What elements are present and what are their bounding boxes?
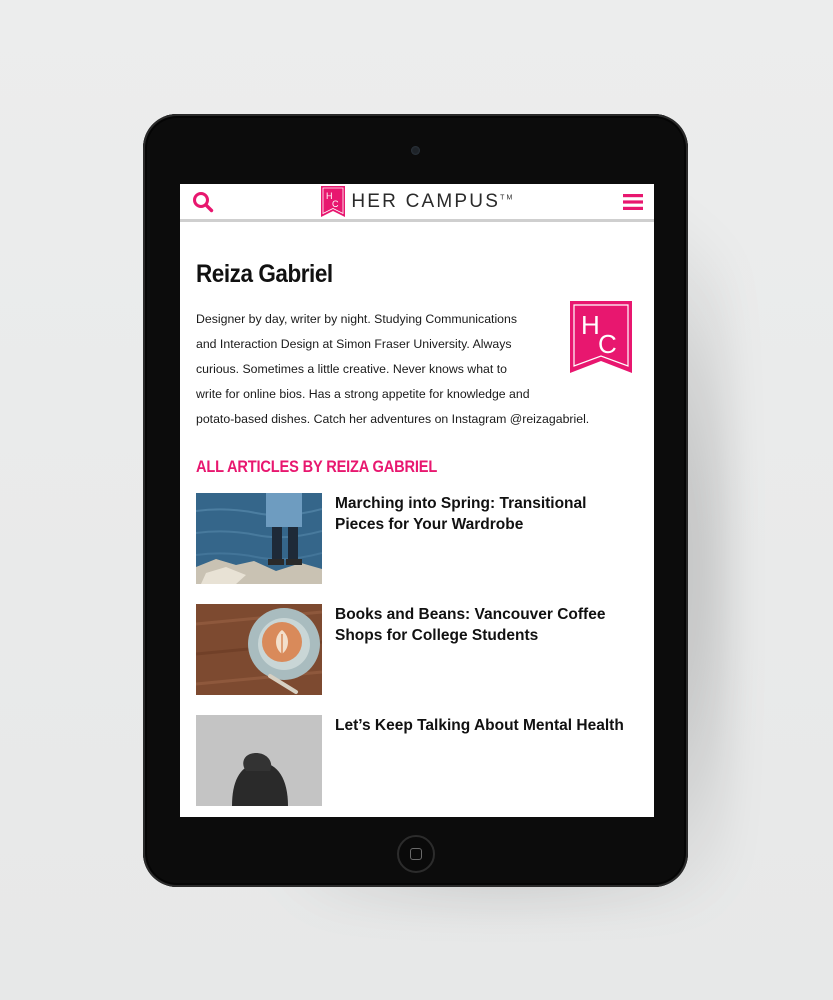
profile-content: Reiza Gabriel Designer by day, writer by… bbox=[180, 260, 654, 806]
her-campus-logo[interactable]: H C HER CAMPUSTM bbox=[321, 186, 514, 217]
brand-name: HER CAMPUSTM bbox=[351, 191, 514, 213]
author-avatar-hc-logo: H C bbox=[570, 301, 632, 373]
article-thumbnail[interactable] bbox=[196, 604, 322, 695]
article-list-item[interactable]: Books and Beans: Vancouver Coffee Shops … bbox=[196, 604, 638, 695]
bio-line: curious. Sometimes a little creative. Ne… bbox=[196, 362, 507, 376]
article-thumbnail[interactable] bbox=[196, 493, 322, 584]
svg-text:H: H bbox=[581, 310, 600, 340]
tablet-screen: H C HER CAMPUSTM Reiza Gabriel Designer … bbox=[180, 184, 654, 817]
article-thumbnail[interactable] bbox=[196, 715, 322, 806]
front-camera bbox=[411, 146, 420, 155]
bio-line: write for online bios. Has a strong appe… bbox=[196, 387, 530, 401]
articles-section-title: ALL ARTICLES BY REIZA GABRIEL bbox=[196, 457, 438, 476]
bio-line: and Interaction Design at Simon Fraser U… bbox=[196, 337, 512, 351]
article-title[interactable]: Marching into Spring: Transitional Piece… bbox=[335, 493, 625, 535]
article-list-item[interactable]: Let’s Keep Talking About Mental Health bbox=[196, 715, 638, 806]
article-title[interactable]: Books and Beans: Vancouver Coffee Shops … bbox=[335, 604, 625, 646]
bio-line: potato-based dishes. Catch her adventure… bbox=[196, 412, 590, 426]
author-bio: Designer by day, writer by night. Studyi… bbox=[196, 307, 616, 432]
brand-text: HER CAMPUS bbox=[351, 190, 501, 212]
top-navigation-bar: H C HER CAMPUSTM bbox=[180, 184, 654, 222]
article-title[interactable]: Let’s Keep Talking About Mental Health bbox=[335, 715, 625, 736]
bio-line: Designer by day, writer by night. Studyi… bbox=[196, 312, 518, 326]
author-name: Reiza Gabriel bbox=[196, 260, 333, 288]
author-bio-section: Designer by day, writer by night. Studyi… bbox=[196, 301, 638, 432]
tablet-device: H C HER CAMPUSTM Reiza Gabriel Designer … bbox=[143, 114, 688, 887]
home-square-icon bbox=[410, 848, 422, 860]
article-list-item[interactable]: Marching into Spring: Transitional Piece… bbox=[196, 493, 638, 584]
search-icon[interactable] bbox=[192, 191, 214, 213]
trademark: TM bbox=[500, 194, 515, 202]
hc-logo-icon: H C bbox=[321, 186, 346, 217]
hamburger-menu-icon[interactable] bbox=[622, 191, 644, 213]
svg-text:C: C bbox=[332, 199, 339, 209]
svg-text:C: C bbox=[598, 329, 617, 359]
home-button[interactable] bbox=[397, 835, 435, 873]
